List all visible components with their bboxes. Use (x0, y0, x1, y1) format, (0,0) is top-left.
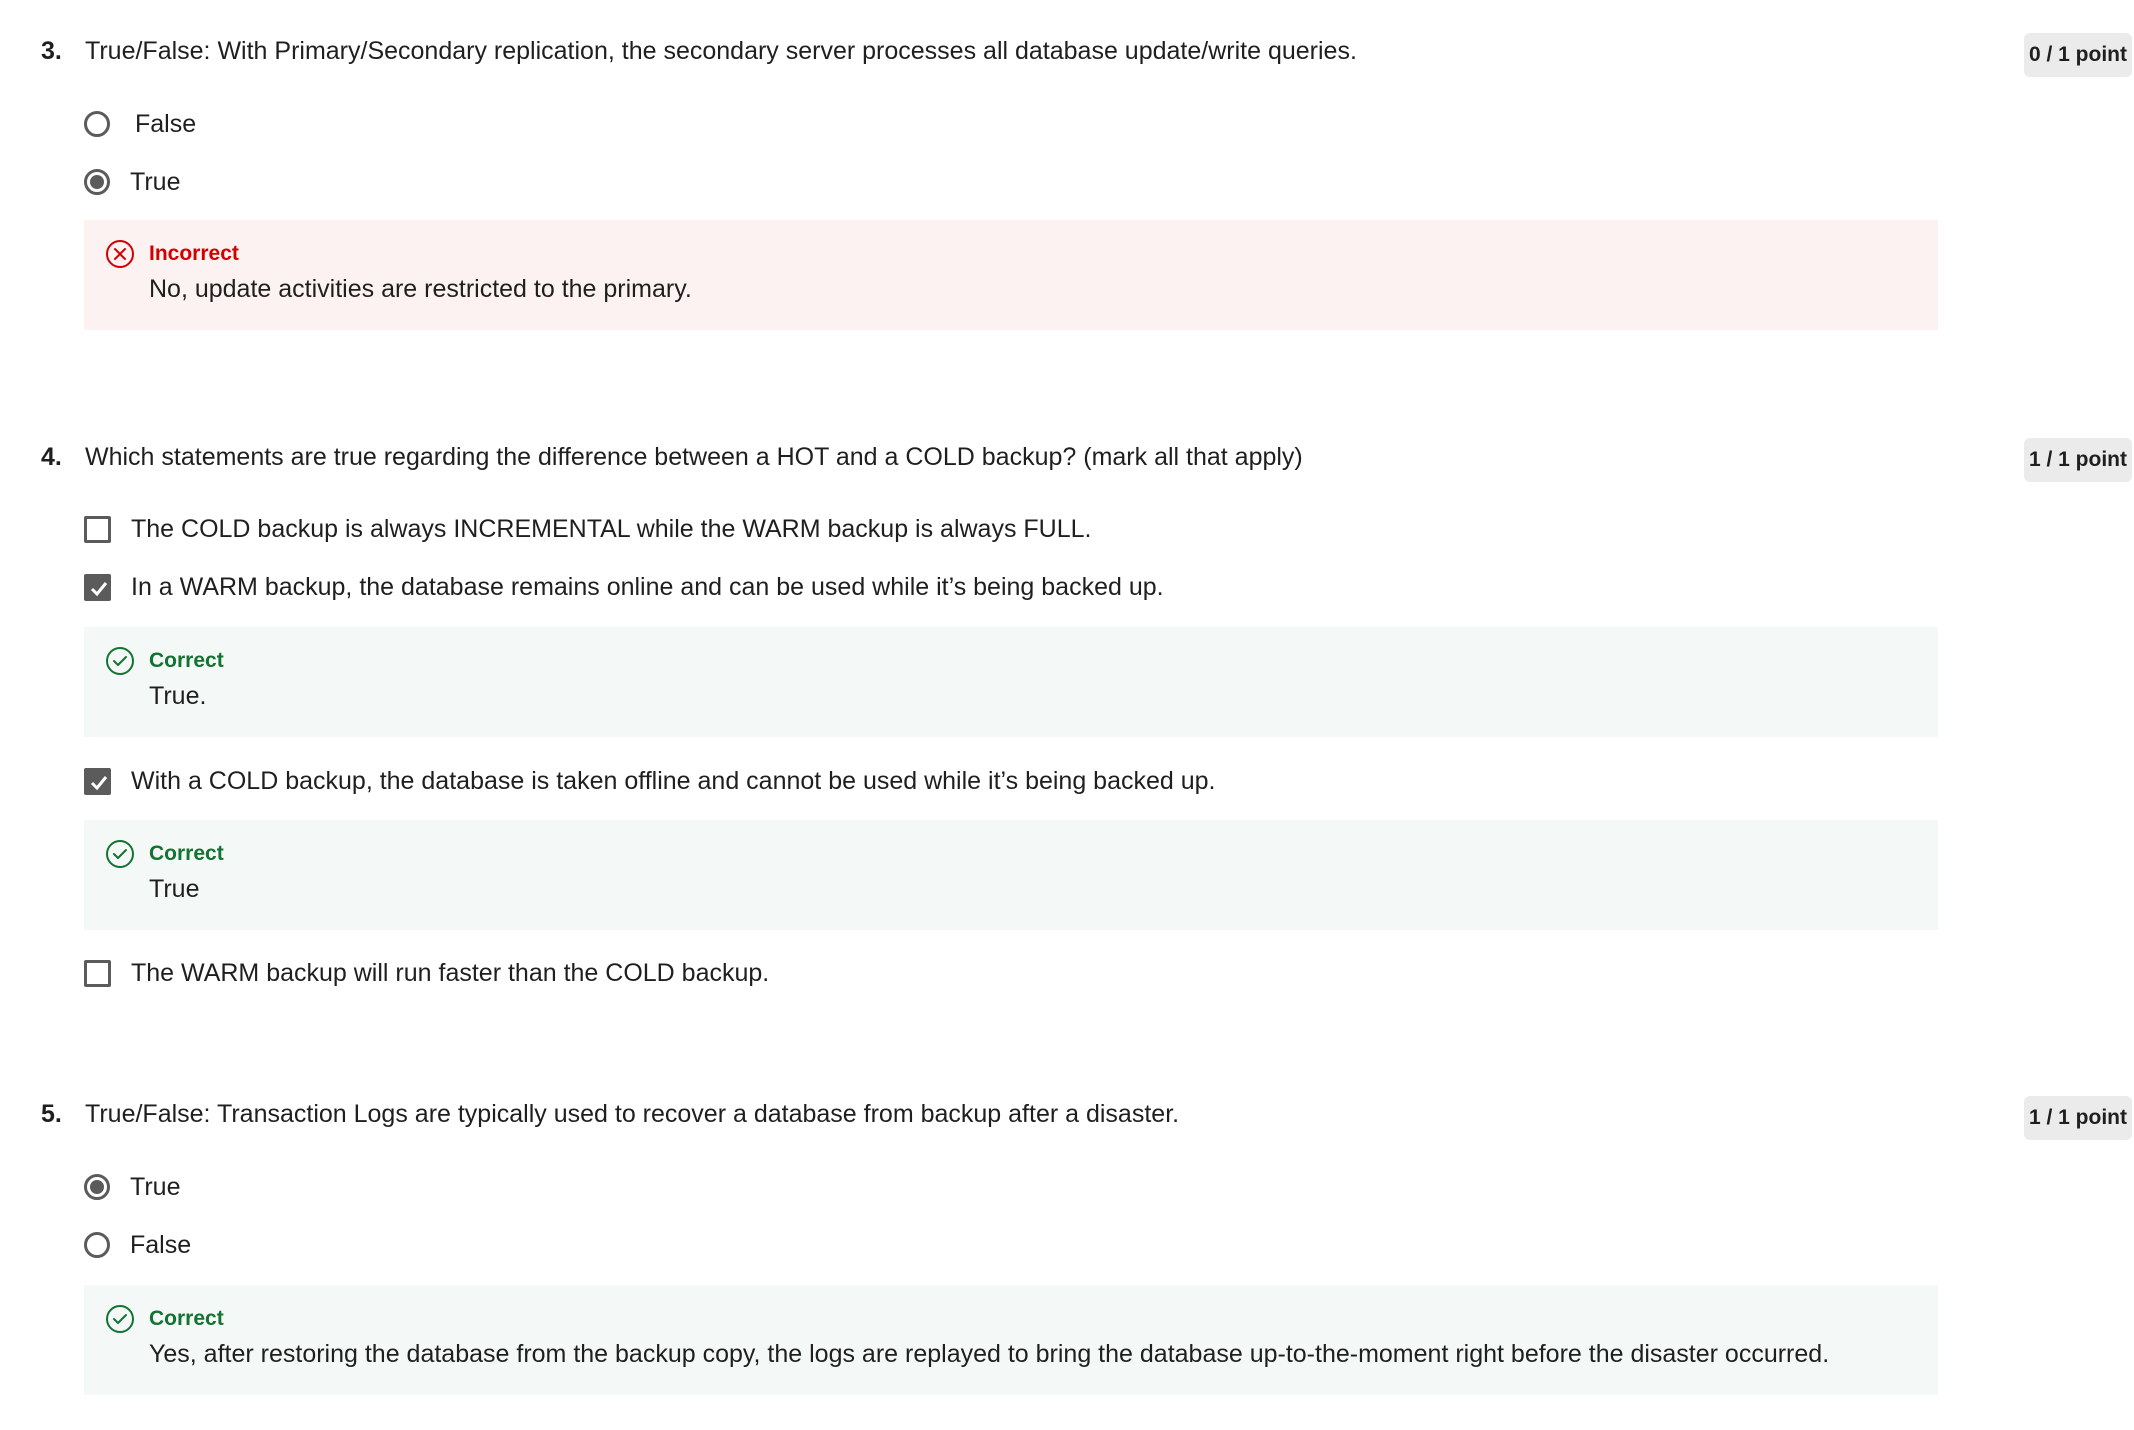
question-text: True/False: Transaction Logs are typical… (85, 1100, 1180, 1128)
question-number: 5. (41, 1100, 62, 1128)
checkbox-checked[interactable] (84, 767, 111, 795)
question-number: 4. (41, 443, 62, 471)
checkbox-option-1[interactable]: The COLD backup is always INCREMENTAL wh… (84, 512, 1092, 546)
question-number: 3. (41, 37, 62, 65)
option-label: The WARM backup will run faster than the… (131, 958, 770, 987)
option-label: With a COLD backup, the database is take… (131, 766, 1216, 795)
checkbox-option-4[interactable]: The WARM backup will run faster than the… (84, 956, 769, 990)
points-badge: 0 / 1 point (2024, 33, 2132, 77)
x-circle-icon (106, 240, 134, 268)
radio-button[interactable] (84, 111, 110, 137)
feedback-text: True (149, 875, 200, 903)
feedback-status: Correct (149, 842, 224, 865)
option-label: In a WARM backup, the database remains o… (131, 572, 1164, 601)
feedback-text: True. (149, 682, 207, 710)
checkbox-option-3[interactable]: With a COLD backup, the database is take… (84, 764, 1216, 798)
feedback-status: Incorrect (149, 242, 239, 265)
option-label: True (130, 1172, 181, 1201)
option-label: The COLD backup is always INCREMENTAL wh… (131, 514, 1092, 543)
checkbox[interactable] (84, 959, 111, 987)
feedback-correct: Correct True (84, 820, 1938, 930)
option-label: False (130, 1230, 192, 1259)
radio-option-true[interactable]: True (84, 165, 180, 199)
feedback-correct: Correct Yes, after restoring the databas… (84, 1285, 1938, 1395)
checkmark-icon (90, 775, 108, 790)
check-circle-icon (106, 647, 134, 675)
option-label: False (135, 109, 197, 138)
feedback-status: Correct (149, 649, 224, 672)
points-badge: 1 / 1 point (2024, 1096, 2132, 1140)
check-circle-icon (106, 1305, 134, 1333)
feedback-incorrect: Incorrect No, update activities are rest… (84, 220, 1938, 330)
question-text: True/False: With Primary/Secondary repli… (85, 37, 1357, 65)
radio-button[interactable] (84, 1232, 110, 1258)
feedback-status: Correct (149, 1307, 224, 1330)
radio-button-selected[interactable] (84, 1174, 110, 1200)
checkbox-option-2[interactable]: In a WARM backup, the database remains o… (84, 570, 1164, 604)
checkmark-icon (90, 581, 108, 596)
points-badge: 1 / 1 point (2024, 438, 2132, 482)
check-circle-icon (106, 840, 134, 868)
radio-option-false[interactable]: False (84, 1228, 191, 1262)
option-label: True (130, 167, 181, 196)
checkbox-checked[interactable] (84, 573, 111, 601)
question-text: Which statements are true regarding the … (85, 443, 1303, 471)
feedback-text: No, update activities are restricted to … (149, 275, 692, 303)
radio-button-selected[interactable] (84, 169, 110, 195)
feedback-correct: Correct True. (84, 627, 1938, 737)
radio-option-false[interactable]: False (84, 107, 196, 141)
radio-option-true[interactable]: True (84, 1170, 180, 1204)
checkbox[interactable] (84, 515, 111, 543)
feedback-text: Yes, after restoring the database from t… (149, 1340, 1830, 1368)
